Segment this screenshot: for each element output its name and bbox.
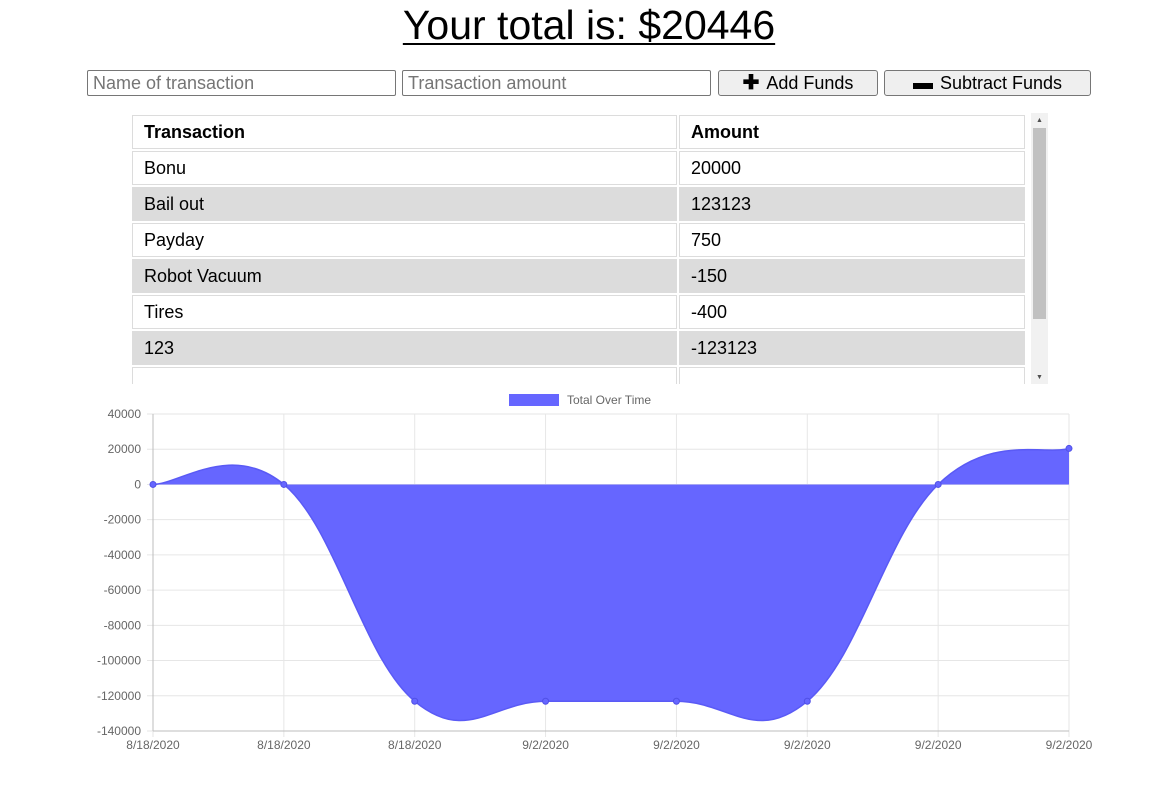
scroll-up-arrow-icon[interactable]: ▲ <box>1031 113 1048 127</box>
table-row: Payday 750 <box>132 223 1025 257</box>
data-point <box>149 480 157 488</box>
transaction-amount-cell: -123123 <box>679 331 1025 365</box>
y-tick-label: -20000 <box>104 513 142 527</box>
data-point <box>280 480 288 488</box>
transaction-amount-cell: -400 <box>679 295 1025 329</box>
transactions-table-container[interactable]: Transaction Amount Bonu 20000 Bail out 1… <box>130 113 1048 384</box>
transaction-name-cell: Bail out <box>132 187 677 221</box>
x-tick-label: 8/18/2020 <box>388 738 442 752</box>
transaction-amount-cell: 20000 <box>679 151 1025 185</box>
y-tick-label: 20000 <box>108 442 142 456</box>
y-tick-label: -100000 <box>97 654 141 668</box>
y-tick-label: -140000 <box>97 724 141 738</box>
transaction-amount-input[interactable] <box>402 70 711 96</box>
add-funds-button[interactable]: ✚ Add Funds <box>718 70 878 96</box>
add-funds-label: Add Funds <box>766 72 854 93</box>
table-header-row: Transaction Amount <box>132 115 1025 149</box>
y-tick-label: -60000 <box>104 583 142 597</box>
legend-label: Total Over Time <box>567 393 651 407</box>
y-tick-label: -40000 <box>104 548 142 562</box>
subtract-funds-label: Subtract Funds <box>939 72 1063 93</box>
table-row: Bonu 20000 <box>132 151 1025 185</box>
x-tick-label: 9/2/2020 <box>915 738 962 752</box>
transaction-amount-cell: 750 <box>679 223 1025 257</box>
data-point <box>411 697 419 705</box>
x-tick-label: 9/2/2020 <box>1046 738 1093 752</box>
plus-icon: ✚ <box>742 72 760 94</box>
data-point <box>542 697 550 705</box>
data-point <box>934 480 942 488</box>
table-scrollbar[interactable]: ▲ ▼ <box>1031 113 1048 384</box>
scrollbar-thumb[interactable] <box>1033 128 1046 319</box>
data-point <box>672 697 680 705</box>
transaction-name-input[interactable] <box>87 70 396 96</box>
transaction-name-cell: Bonu <box>132 151 677 185</box>
table-row: Bail out 123123 <box>132 187 1025 221</box>
x-tick-label: 8/18/2020 <box>126 738 180 752</box>
transaction-name-cell <box>132 367 677 384</box>
table-row: Robot Vacuum -150 <box>132 259 1025 293</box>
data-point <box>803 697 811 705</box>
transaction-amount-cell: 123123 <box>679 187 1025 221</box>
y-tick-label: -80000 <box>104 618 142 632</box>
table-row: Tires -400 <box>132 295 1025 329</box>
x-tick-label: 9/2/2020 <box>522 738 569 752</box>
total-over-time-chart: 40000 20000 0 -20000 -40000 -60000 -80000 -1000… <box>97 393 1093 752</box>
x-tick-label: 9/2/2020 <box>653 738 700 752</box>
table-row: 123 -123123 <box>132 331 1025 365</box>
minus-icon: ▬ <box>912 72 933 94</box>
legend-swatch <box>509 394 559 406</box>
scroll-down-arrow-icon[interactable]: ▼ <box>1031 370 1048 384</box>
transaction-amount-cell: -150 <box>679 259 1025 293</box>
total-heading: Your total is: $20446 <box>402 2 776 48</box>
transactions-table: Transaction Amount Bonu 20000 Bail out 1… <box>130 113 1027 384</box>
y-tick-label: 0 <box>134 477 141 491</box>
column-header-amount: Amount <box>679 115 1025 149</box>
y-tick-label: -120000 <box>97 689 141 703</box>
subtract-funds-button[interactable]: ▬ Subtract Funds <box>884 70 1091 96</box>
transaction-name-cell: Robot Vacuum <box>132 259 677 293</box>
series-area-total-over-time <box>153 448 1069 721</box>
transaction-amount-cell <box>679 367 1025 384</box>
transaction-name-cell: Payday <box>132 223 677 257</box>
data-point <box>1065 444 1073 452</box>
table-row <box>132 367 1025 384</box>
column-header-transaction: Transaction <box>132 115 677 149</box>
transaction-name-cell: 123 <box>132 331 677 365</box>
y-tick-label: 40000 <box>108 407 142 421</box>
x-tick-label: 9/2/2020 <box>784 738 831 752</box>
x-tick-label: 8/18/2020 <box>257 738 311 752</box>
transaction-name-cell: Tires <box>132 295 677 329</box>
